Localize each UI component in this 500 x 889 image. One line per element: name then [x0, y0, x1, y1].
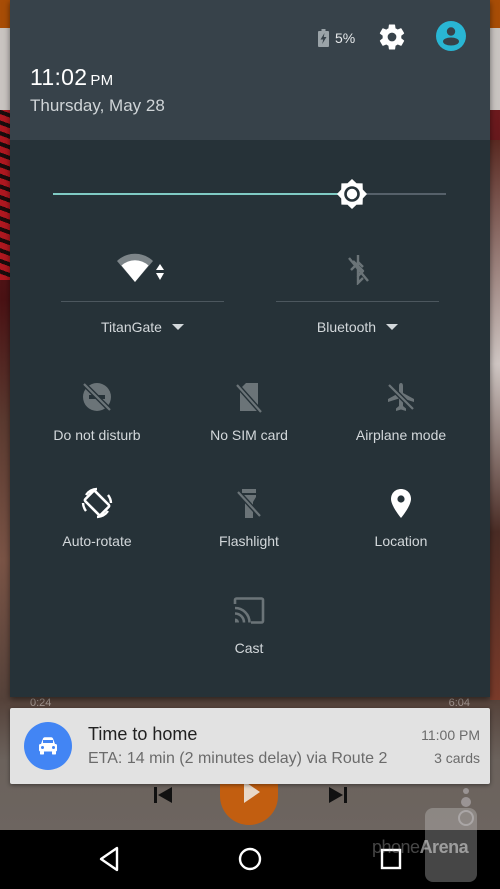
clock-ampm: PM	[90, 72, 114, 89]
tile-do-not-disturb[interactable]: Do not disturb	[21, 380, 173, 460]
tile-location[interactable]: Location	[325, 486, 477, 566]
tile-label: No SIM card	[210, 427, 288, 443]
tile-cast[interactable]: Cast	[173, 593, 325, 673]
notification-card-count: 3 cards	[434, 750, 480, 766]
cast-icon	[233, 597, 265, 624]
quick-settings-panel: 5% 11:02 PM Thursday, May 28 TitanGate B…	[10, 0, 490, 697]
tile-label: Location	[374, 533, 428, 549]
tile-label: Airplane mode	[355, 427, 447, 443]
wifi-dropdown[interactable]: TitanGate	[61, 319, 224, 335]
wifi-divider	[61, 301, 224, 302]
bluetooth-divider	[276, 301, 439, 302]
wifi-tile[interactable]: TitanGate	[61, 245, 224, 345]
no-sim-icon	[235, 383, 263, 414]
do-not-disturb-off-icon	[82, 382, 112, 412]
tile-flashlight[interactable]: Flashlight	[173, 486, 325, 566]
date[interactable]: Thursday, May 28	[30, 96, 165, 116]
bluetooth-label: Bluetooth	[316, 319, 377, 335]
skip-previous-icon[interactable]	[152, 785, 174, 805]
brightness-slider[interactable]	[53, 178, 446, 210]
clock-time: 11:02	[30, 64, 88, 90]
background-album-art	[0, 110, 10, 280]
notification-time: 11:00 PM	[421, 727, 480, 743]
home-circle-icon[interactable]	[235, 844, 265, 874]
gear-icon[interactable]	[377, 22, 407, 52]
brightness-icon[interactable]	[336, 178, 368, 210]
location-pin-icon	[391, 489, 411, 518]
notification-card[interactable]: Time to home ETA: 14 min (2 minutes dela…	[10, 708, 490, 784]
tile-label: Cast	[234, 640, 264, 656]
watermark-part1: phone	[372, 837, 420, 857]
screen-rotation-icon	[81, 487, 113, 519]
notification-icon	[24, 722, 72, 770]
skip-next-icon[interactable]	[327, 785, 349, 805]
battery-percent: 5%	[335, 30, 356, 46]
bluetooth-tile[interactable]: Bluetooth	[276, 245, 439, 345]
background-album-art-right	[490, 140, 500, 700]
tile-auto-rotate[interactable]: Auto-rotate	[21, 486, 173, 566]
tile-no-sim-card[interactable]: No SIM card	[173, 380, 325, 460]
clock[interactable]: 11:02 PM	[30, 64, 113, 91]
watermark: phoneArena	[372, 837, 469, 858]
bluetooth-disabled-icon[interactable]	[344, 253, 372, 285]
shade-header: 5% 11:02 PM Thursday, May 28	[10, 0, 490, 140]
chevron-down-icon	[171, 324, 184, 330]
airplane-off-icon	[387, 383, 415, 411]
notification-text: ETA: 14 min (2 minutes delay) via Route …	[88, 750, 388, 767]
battery-charging-icon	[318, 29, 329, 47]
flashlight-off-icon	[236, 489, 262, 518]
wifi-icon[interactable]	[115, 252, 171, 286]
chevron-down-icon	[386, 324, 399, 330]
wifi-network-name: TitanGate	[101, 319, 162, 335]
tile-label: Do not disturb	[53, 427, 141, 443]
account-circle-icon[interactable]	[435, 20, 467, 52]
tile-label: Flashlight	[219, 533, 279, 549]
back-triangle-icon[interactable]	[95, 844, 125, 874]
battery-status[interactable]: 5%	[318, 29, 355, 47]
notification-title: Time to home	[88, 724, 198, 744]
bluetooth-dropdown[interactable]: Bluetooth	[276, 319, 439, 335]
tile-label: Auto-rotate	[62, 533, 132, 549]
tile-airplane-mode[interactable]: Airplane mode	[325, 380, 477, 460]
car-icon	[39, 737, 57, 755]
watermark-part2: Arena	[419, 837, 469, 857]
brightness-fill	[53, 193, 352, 195]
